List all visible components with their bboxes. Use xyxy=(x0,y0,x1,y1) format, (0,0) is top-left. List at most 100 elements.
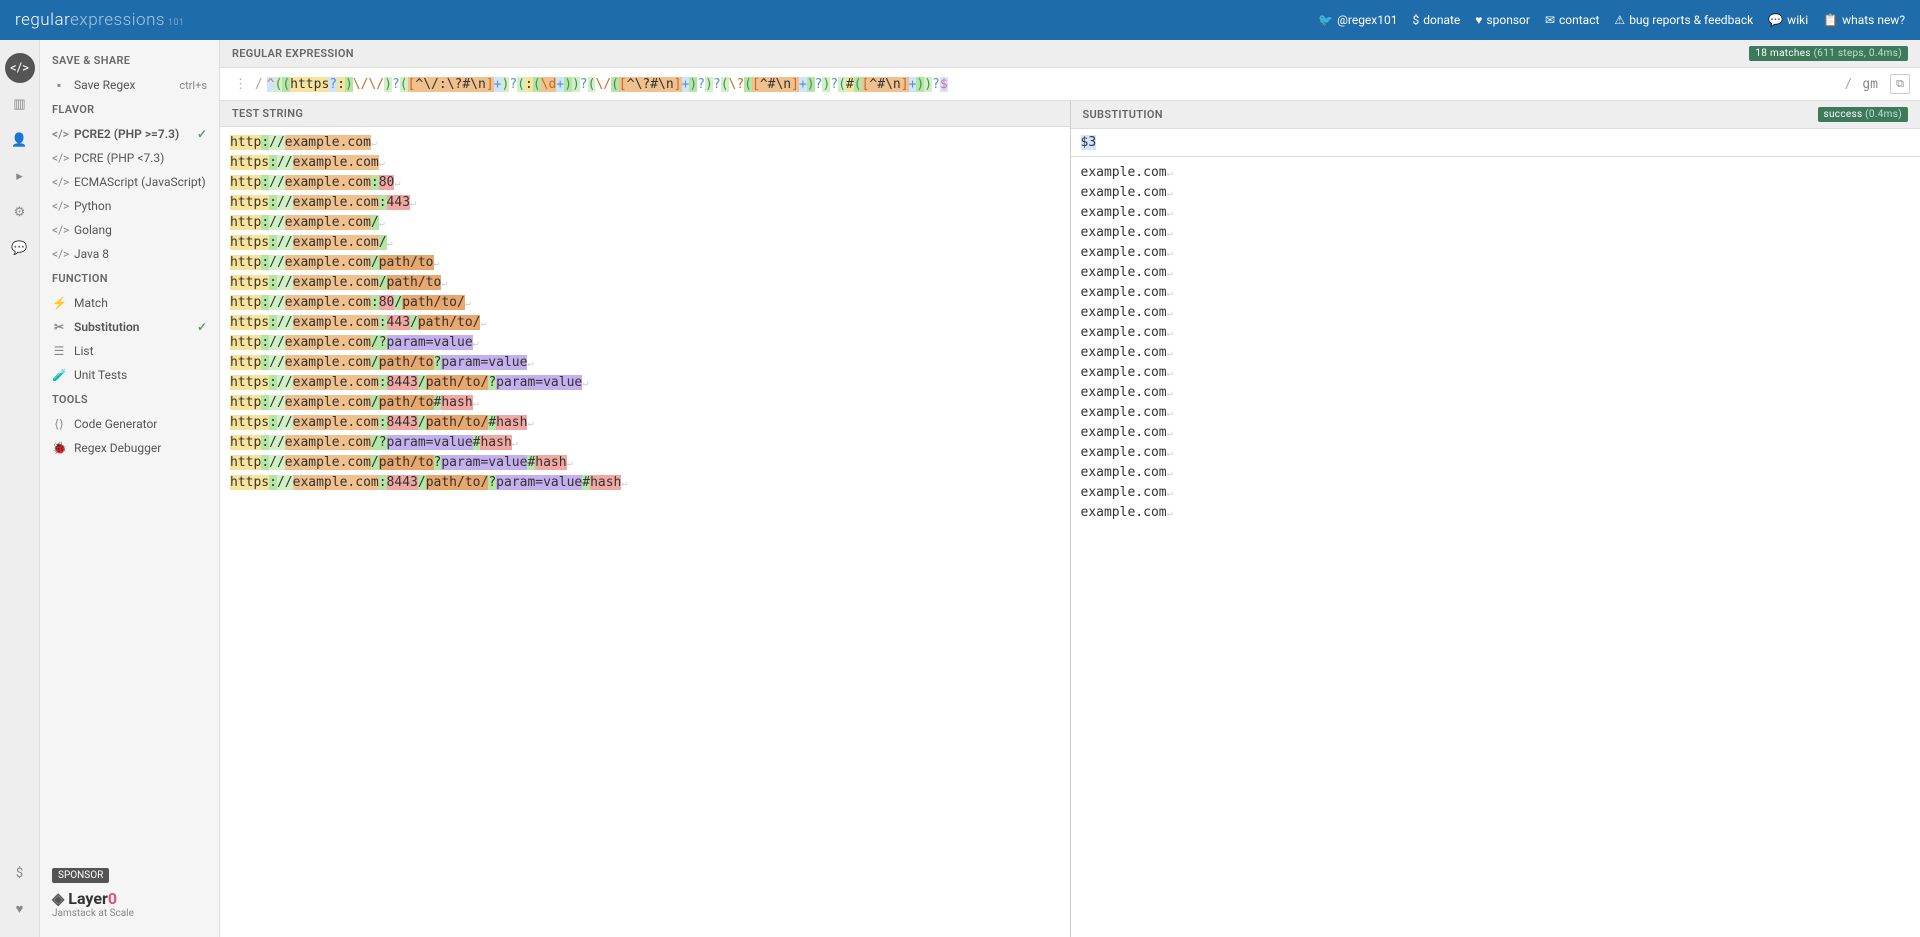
save-icon: ▪ xyxy=(52,78,66,92)
function-item[interactable]: 🧪 Unit Tests xyxy=(40,363,219,387)
link-icon: ✉ xyxy=(1545,13,1555,27)
regex-flags[interactable]: gm xyxy=(1856,77,1884,92)
regex-input-bar[interactable]: ⋮ / ^((https?:)\/\/)?([^\/:\?#\n]+)?(:(\… xyxy=(220,68,1920,101)
rail-library-icon[interactable]: ▥ xyxy=(5,89,35,119)
tool-icon: ⟨⟩ xyxy=(52,417,66,431)
substitution-label: SUBSTITUTION xyxy=(1083,108,1163,121)
match-stats: (611 steps, 0.4ms) xyxy=(1811,48,1902,59)
tool-label: Code Generator xyxy=(74,417,157,431)
twitter-link[interactable]: 🐦 @regex101 xyxy=(1318,13,1397,27)
tool-icon: 🐞 xyxy=(52,441,66,455)
link-label: @regex101 xyxy=(1337,13,1397,27)
function-item[interactable]: ⚡Match xyxy=(40,291,219,315)
function-label: List xyxy=(74,344,94,358)
rail-favorite-icon[interactable]: ♥ xyxy=(5,894,35,924)
flavor-item[interactable]: </>Java 8 xyxy=(40,242,219,266)
link-label: wiki xyxy=(1787,13,1808,27)
function-icon: ☰ xyxy=(52,344,66,358)
link-label: contact xyxy=(1559,13,1599,27)
sub-pattern-value: $3 xyxy=(1081,135,1097,150)
flavor-item[interactable]: </>PCRE (PHP <7.3) xyxy=(40,146,219,170)
rail-quiz-icon[interactable]: ▸ xyxy=(5,161,35,191)
match-badge: 18 matches (611 steps, 0.4ms) xyxy=(1749,46,1908,61)
flavor-item[interactable]: </>Python xyxy=(40,194,219,218)
substitution-panel: SUBSTITUTION success (0.4ms) $3 example.… xyxy=(1070,101,1920,937)
rail-donate-icon[interactable]: $ xyxy=(5,858,35,888)
flavor-icon: </> xyxy=(52,127,66,141)
link-label: bug reports & feedback xyxy=(1629,13,1753,27)
sponsor-block[interactable]: SPONSOR ◈ Layer0 Jamstack at Scale xyxy=(40,857,219,929)
section-function: FUNCTION xyxy=(40,266,219,291)
link-label: whats new? xyxy=(1842,13,1905,27)
bugs-link[interactable]: ⚠bug reports & feedback xyxy=(1614,13,1753,27)
sponsor-link[interactable]: ♥ sponsor xyxy=(1475,13,1530,27)
whatsnew-link[interactable]: 📋 whats new? xyxy=(1823,13,1905,27)
sponsor-tagline: Jamstack at Scale xyxy=(52,908,207,919)
check-icon: ✓ xyxy=(197,127,207,141)
header-links: 🐦 @regex101 $donate ♥ sponsor ✉ contact ⚠bug re… xyxy=(1318,13,1905,27)
success-badge: success (0.4ms) xyxy=(1818,107,1908,122)
link-icon: $ xyxy=(1412,13,1419,27)
nav-rail: </> ▥ 👤 ▸ ⚙ 💬 $ ♥ xyxy=(0,40,40,937)
logo-regular: regular xyxy=(15,10,70,30)
link-label: sponsor xyxy=(1486,13,1530,27)
flavor-label: PCRE (PHP <7.3) xyxy=(74,151,164,165)
rail-regex-icon[interactable]: </> xyxy=(5,53,35,83)
sponsor-logo: ◈ Layer0 xyxy=(52,889,207,908)
flavor-label: PCRE2 (PHP >=7.3) xyxy=(74,127,179,141)
link-icon: ♥ xyxy=(1475,13,1482,27)
function-label: Substitution xyxy=(74,320,139,334)
logo-sub: 101 xyxy=(168,18,184,28)
rail-account-icon[interactable]: 👤 xyxy=(5,125,35,155)
wiki-link[interactable]: 💬 wiki xyxy=(1768,13,1808,27)
app-header: regularexpressions101 🐦 @regex101 $donate ♥… xyxy=(0,0,1920,40)
flavor-label: Python xyxy=(74,199,111,213)
substitution-input[interactable]: $3 xyxy=(1071,129,1920,157)
success-stats: (0.4ms) xyxy=(1862,109,1902,120)
tool-item[interactable]: ⟨⟩ Code Generator xyxy=(40,412,219,436)
function-item[interactable]: ☰ List xyxy=(40,339,219,363)
split-panels: TEST STRING http://example.com↵ https://… xyxy=(220,101,1920,937)
test-header: TEST STRING xyxy=(220,101,1070,127)
flavor-label: Golang xyxy=(74,223,112,237)
function-icon: ✂ xyxy=(52,320,66,334)
flavor-item[interactable]: </>ECMAScript (JavaScript) xyxy=(40,170,219,194)
section-tools: TOOLS xyxy=(40,387,219,412)
regex-delim-close: / xyxy=(1841,77,1857,92)
sidebar: SAVE & SHARE ▪ Save Regex ctrl+s FLAVOR … xyxy=(40,40,220,937)
function-item[interactable]: ✂ Substitution ✓ xyxy=(40,315,219,339)
substitution-header: SUBSTITUTION success (0.4ms) xyxy=(1071,101,1920,129)
donate-link[interactable]: $donate xyxy=(1412,13,1460,27)
sponsor-badge: SPONSOR xyxy=(52,868,109,883)
link-icon: 📋 xyxy=(1823,13,1838,27)
save-shortcut: ctrl+s xyxy=(179,79,207,92)
test-label: TEST STRING xyxy=(232,107,303,120)
flavor-icon: </> xyxy=(52,247,66,261)
contact-link[interactable]: ✉ contact xyxy=(1545,13,1599,27)
success-text: success xyxy=(1824,109,1863,120)
copy-regex-icon[interactable]: ⧉ xyxy=(1890,74,1910,94)
function-label: Unit Tests xyxy=(74,368,127,382)
sidebar-save-regex[interactable]: ▪ Save Regex ctrl+s xyxy=(40,73,219,97)
save-regex-label: Save Regex xyxy=(74,78,135,92)
link-icon: 🐦 xyxy=(1318,13,1333,27)
content-area: REGULAR EXPRESSION 18 matches (611 steps… xyxy=(220,40,1920,937)
regex-label: REGULAR EXPRESSION xyxy=(232,47,354,60)
sponsor-logo-zero: 0 xyxy=(108,889,117,908)
rail-chat-icon[interactable]: 💬 xyxy=(5,233,35,263)
rail-settings-icon[interactable]: ⚙ xyxy=(5,197,35,227)
tool-item[interactable]: 🐞 Regex Debugger xyxy=(40,436,219,460)
sponsor-logo-main: Layer xyxy=(68,889,108,908)
function-icon: ⚡ xyxy=(52,296,66,310)
flavor-item[interactable]: </>Golang xyxy=(40,218,219,242)
tool-label: Regex Debugger xyxy=(74,441,161,455)
test-string-input[interactable]: http://example.com↵ https://example.com↵… xyxy=(220,127,1070,937)
flavor-label: ECMAScript (JavaScript) xyxy=(74,175,206,189)
check-icon: ✓ xyxy=(197,320,207,334)
logo[interactable]: regularexpressions101 xyxy=(15,10,185,30)
function-icon: 🧪 xyxy=(52,368,66,382)
link-icon: 💬 xyxy=(1768,13,1783,27)
flavor-item[interactable]: </> PCRE2 (PHP >=7.3) ✓ xyxy=(40,122,219,146)
regex-pattern-input[interactable]: ^((https?:)\/\/)?([^\/:\?#\n]+)?(:(\d+))… xyxy=(267,77,1841,92)
substitution-output[interactable]: example.com↵ example.com↵ example.com↵ e… xyxy=(1071,157,1920,937)
